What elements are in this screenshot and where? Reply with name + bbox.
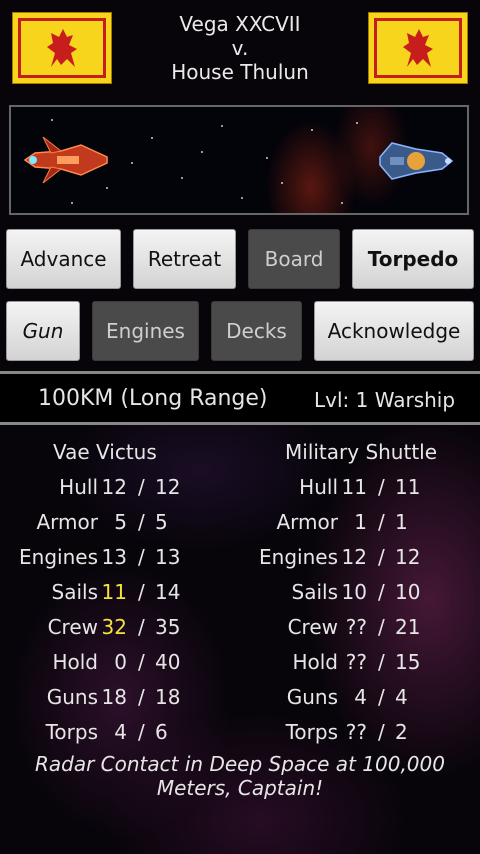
stat-separator: / xyxy=(378,685,385,709)
torpedo-button[interactable]: Torpedo xyxy=(352,229,474,289)
lion-rampant-icon xyxy=(47,29,77,67)
player-name: Vega XXCVII xyxy=(179,12,301,36)
player-hold-current: 0 xyxy=(114,650,127,674)
enemy-engines-label: Engines xyxy=(259,545,338,569)
battle-viewport xyxy=(9,105,469,215)
board-button[interactable]: Board xyxy=(248,229,340,289)
enemy-crew-label: Crew xyxy=(287,615,338,639)
acknowledge-button[interactable]: Acknowledge xyxy=(314,301,474,361)
enemy-hold-current: ?? xyxy=(345,650,367,674)
engines-target-button[interactable]: Engines xyxy=(92,301,199,361)
player-hold-max: 40 xyxy=(155,650,181,674)
stat-separator: / xyxy=(138,720,145,744)
enemy-torps-current: ?? xyxy=(345,720,367,744)
player-house-flag xyxy=(12,12,112,84)
lion-rampant-icon xyxy=(403,29,433,67)
enemy-ship-sprite xyxy=(379,142,454,180)
player-engines-label: Engines xyxy=(19,545,98,569)
advance-button[interactable]: Advance xyxy=(6,229,121,289)
stat-separator: / xyxy=(138,650,145,674)
player-crew-current: 32 xyxy=(101,615,127,639)
player-crew-max: 35 xyxy=(155,615,181,639)
enemy-hull-max: 11 xyxy=(395,475,421,499)
stat-separator: / xyxy=(138,615,145,639)
enemy-armor-max: 1 xyxy=(395,510,408,534)
player-hull-current: 12 xyxy=(101,475,127,499)
enemy-torps-max: 2 xyxy=(395,720,408,744)
status-message: Radar Contact in Deep Space at 100,000 M… xyxy=(35,752,445,800)
gun-button[interactable]: Gun xyxy=(6,301,80,361)
stat-separator: / xyxy=(138,510,145,534)
decks-target-button[interactable]: Decks xyxy=(211,301,302,361)
stat-separator: / xyxy=(378,615,385,639)
player-torps-max: 6 xyxy=(155,720,168,744)
enemy-sails-label: Sails xyxy=(291,580,338,604)
stat-separator: / xyxy=(138,685,145,709)
stat-separator: / xyxy=(138,580,145,604)
stat-separator: / xyxy=(378,545,385,569)
retreat-button[interactable]: Retreat xyxy=(133,229,236,289)
enemy-guns-max: 4 xyxy=(395,685,408,709)
stat-separator: / xyxy=(138,545,145,569)
range-bar: 100KM (Long Range) Lvl: 1 Warship xyxy=(0,371,480,425)
player-guns-label: Guns xyxy=(46,685,98,709)
enemy-torps-label: Torps xyxy=(285,720,338,744)
player-ship-name: Vae Victus xyxy=(53,440,157,464)
enemy-crew-max: 21 xyxy=(395,615,421,639)
stat-separator: / xyxy=(378,650,385,674)
enemy-engines-current: 12 xyxy=(341,545,367,569)
enemy-hold-max: 15 xyxy=(395,650,421,674)
stat-separator: / xyxy=(378,580,385,604)
player-hold-label: Hold xyxy=(52,650,98,674)
player-armor-label: Armor xyxy=(36,510,99,534)
enemy-guns-label: Guns xyxy=(286,685,338,709)
player-sails-max: 14 xyxy=(155,580,181,604)
enemy-hull-current: 11 xyxy=(341,475,367,499)
player-torps-label: Torps xyxy=(45,720,98,744)
player-sails-label: Sails xyxy=(51,580,98,604)
player-guns-current: 18 xyxy=(101,685,127,709)
stat-separator: / xyxy=(378,510,385,534)
player-engines-current: 13 xyxy=(101,545,127,569)
range-distance: 100KM (Long Range) xyxy=(38,386,268,411)
player-ship-sprite xyxy=(23,136,108,184)
stat-separator: / xyxy=(138,475,145,499)
stat-separator: / xyxy=(378,475,385,499)
enemy-engines-max: 12 xyxy=(395,545,421,569)
player-armor-max: 5 xyxy=(155,510,168,534)
player-hull-label: Hull xyxy=(59,475,98,499)
enemy-sails-current: 10 xyxy=(341,580,367,604)
opponent-house-flag xyxy=(368,12,468,84)
player-armor-current: 5 xyxy=(114,510,127,534)
enemy-sails-max: 10 xyxy=(395,580,421,604)
enemy-crew-current: ?? xyxy=(345,615,367,639)
enemy-ship-name: Military Shuttle xyxy=(285,440,438,464)
stat-separator: / xyxy=(378,720,385,744)
player-guns-max: 18 xyxy=(155,685,181,709)
versus-label: v. xyxy=(231,36,249,60)
enemy-armor-current: 1 xyxy=(354,510,367,534)
enemy-guns-current: 4 xyxy=(354,685,367,709)
player-engines-max: 13 xyxy=(155,545,181,569)
enemy-hull-label: Hull xyxy=(299,475,338,499)
enemy-hold-label: Hold xyxy=(292,650,338,674)
enemy-armor-label: Armor xyxy=(276,510,339,534)
player-torps-current: 4 xyxy=(114,720,127,744)
opponent-name: House Thulun xyxy=(171,60,309,84)
player-sails-current: 11 xyxy=(101,580,127,604)
player-hull-max: 12 xyxy=(155,475,181,499)
enemy-level: Lvl: 1 Warship xyxy=(314,388,456,412)
player-crew-label: Crew xyxy=(47,615,98,639)
